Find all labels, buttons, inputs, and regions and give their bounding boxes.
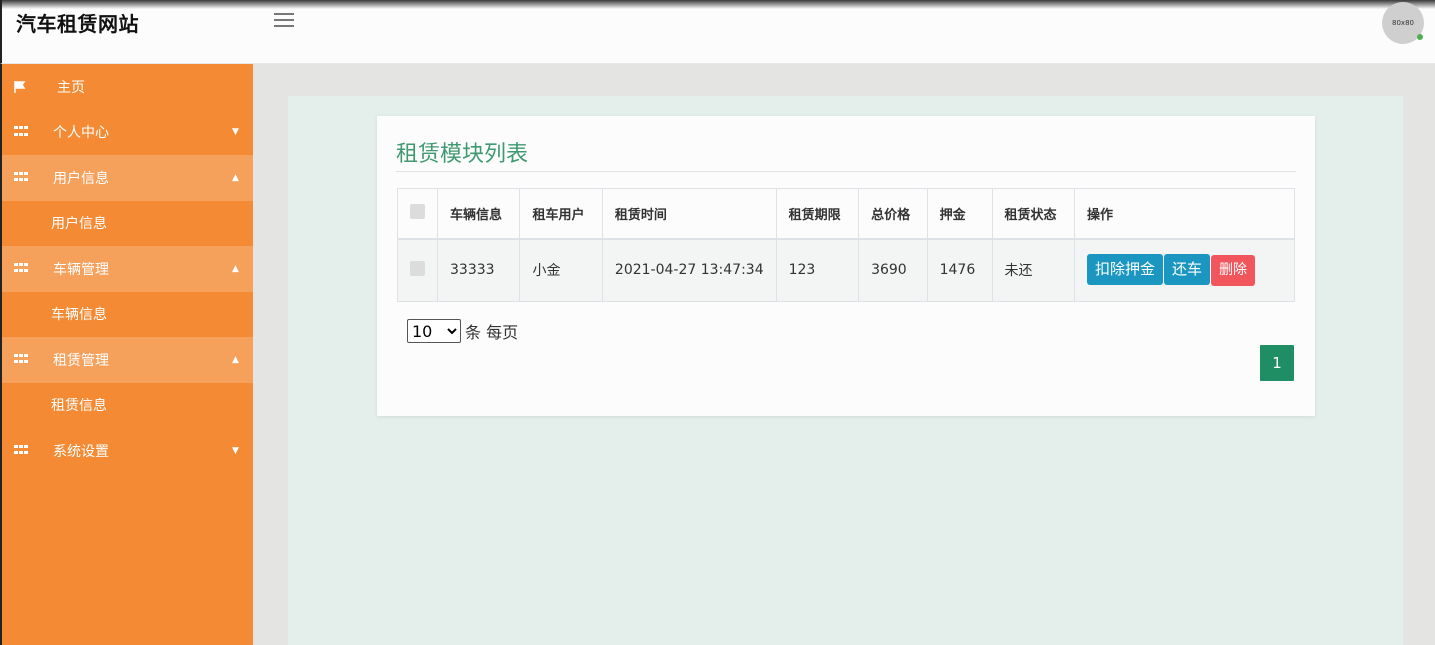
chevron-up-icon: ▲ <box>232 354 239 365</box>
table-row: 33333 小金 2021-04-27 13:47:34 123 3690 14… <box>397 238 1295 302</box>
rental-table: 车辆信息 租车用户 租赁时间 租赁期限 总价格 押金 租赁状态 操作 33333… <box>397 188 1295 302</box>
sidebar-item-label: 车辆信息 <box>51 307 107 324</box>
grid-icon <box>14 126 28 138</box>
title-divider <box>396 171 1296 172</box>
cell-user: 小金 <box>519 238 603 302</box>
table-header-row: 车辆信息 租车用户 租赁时间 租赁期限 总价格 押金 租赁状态 操作 <box>397 188 1295 239</box>
page-size-control: 10 条 每页 <box>407 319 518 343</box>
sidebar-item-user-info-group[interactable]: 用户信息 ▲ <box>2 155 253 201</box>
select-all-cell <box>397 188 438 239</box>
column-header[interactable]: 押金 <box>926 188 993 239</box>
sidebar-item-system-settings[interactable]: 系统设置 ▼ <box>2 428 253 474</box>
sidebar-item-home[interactable]: 主页 <box>2 64 253 110</box>
row-select-cell <box>397 238 438 302</box>
sidebar-item-label: 租赁信息 <box>51 398 107 415</box>
column-header[interactable]: 租赁状态 <box>991 188 1076 239</box>
sidebar-subitem-user-info[interactable]: 用户信息 <box>2 201 253 247</box>
cell-time: 2021-04-27 13:47:34 <box>601 238 777 302</box>
page-button-current[interactable]: 1 <box>1260 345 1294 381</box>
sidebar-item-vehicle-management[interactable]: 车辆管理 ▲ <box>2 246 253 292</box>
delete-button[interactable]: 删除 <box>1211 255 1256 287</box>
deduct-deposit-button[interactable]: 扣除押金 <box>1087 254 1164 286</box>
row-checkbox[interactable] <box>410 260 425 276</box>
cell-vehicle: 33333 <box>436 238 521 302</box>
column-header[interactable]: 租车用户 <box>519 188 603 239</box>
sidebar-item-label: 系统设置 <box>53 443 109 460</box>
return-car-button[interactable]: 还车 <box>1164 254 1211 286</box>
sidebar-item-label: 个人中心 <box>53 125 109 142</box>
column-header[interactable]: 租赁期限 <box>775 188 860 239</box>
rental-list-card: 租赁模块列表 车辆信息 租车用户 租赁时间 租赁期限 总价格 押金 租赁状态 操… <box>377 116 1315 416</box>
cell-deposit: 1476 <box>926 238 993 302</box>
sidebar-item-label: 主页 <box>57 79 85 96</box>
column-header[interactable]: 租赁时间 <box>601 188 777 239</box>
header-shadow <box>2 0 1435 9</box>
grid-icon <box>14 171 28 184</box>
grid-icon <box>14 353 28 366</box>
page-size-select[interactable]: 10 <box>407 319 461 343</box>
cell-term: 123 <box>775 238 860 302</box>
cell-total: 3690 <box>858 238 928 302</box>
sidebar: 主页 个人中心 ▼ 用户信息 ▲ 用户信息 车辆管理 ▲ 车辆信息 租赁管理 ▲… <box>0 64 253 645</box>
top-header: 汽车租赁网站 80x80 <box>0 0 1435 64</box>
page-title: 租赁模块列表 <box>396 142 529 167</box>
chevron-up-icon: ▲ <box>232 172 239 183</box>
sidebar-subitem-vehicle-info[interactable]: 车辆信息 <box>2 292 253 338</box>
sidebar-subitem-rental-info[interactable]: 租赁信息 <box>2 383 253 429</box>
grid-icon <box>14 444 28 457</box>
cell-actions: 扣除押金 还车 删除 <box>1074 238 1295 302</box>
chevron-up-icon: ▲ <box>232 263 239 274</box>
select-all-checkbox[interactable] <box>410 203 425 219</box>
online-status-dot <box>1417 34 1423 40</box>
column-header[interactable]: 总价格 <box>858 188 928 239</box>
sidebar-item-personal-center[interactable]: 个人中心 ▼ <box>2 110 253 156</box>
hamburger-menu-icon[interactable] <box>274 13 294 29</box>
sidebar-item-rental-management[interactable]: 租赁管理 ▲ <box>2 337 253 383</box>
sidebar-item-label: 用户信息 <box>51 216 107 233</box>
flag-icon <box>14 80 28 93</box>
chevron-down-icon: ▼ <box>232 445 239 456</box>
page-size-label: 条 每页 <box>465 323 519 342</box>
column-header[interactable]: 车辆信息 <box>436 188 521 239</box>
cell-status: 未还 <box>991 238 1076 302</box>
chevron-down-icon: ▼ <box>232 127 239 138</box>
sidebar-item-label: 租赁管理 <box>53 352 109 369</box>
column-header: 操作 <box>1074 188 1295 239</box>
sidebar-item-label: 车辆管理 <box>53 261 109 278</box>
grid-icon <box>14 262 28 275</box>
sidebar-item-label: 用户信息 <box>53 170 109 187</box>
site-title: 汽车租赁网站 <box>16 12 139 36</box>
